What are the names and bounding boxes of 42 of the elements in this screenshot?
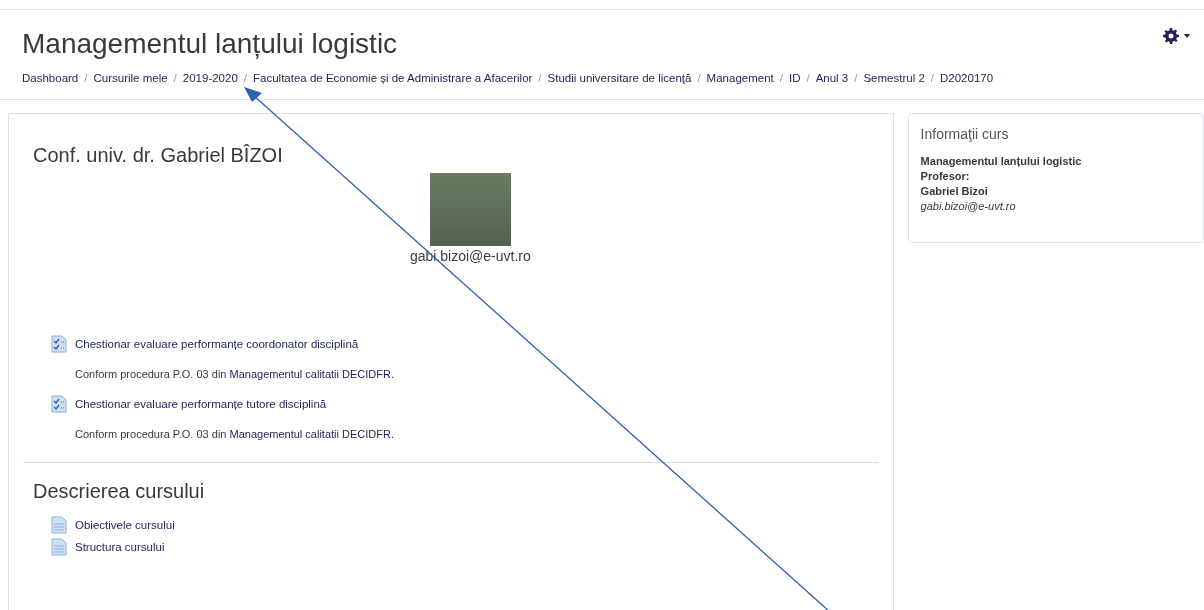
card-title: Informaţii curs xyxy=(920,126,1010,142)
policy-link[interactable]: Managementul calitatii DECIDFR xyxy=(229,368,391,380)
breadcrumb-link[interactable]: Semestrul 2 xyxy=(863,72,925,84)
activity-description: Conform procedura P.O. 03 din Managementul calitatii DECIDFR. xyxy=(75,368,395,380)
course-name: Managementul lanțului logistic xyxy=(920,154,1083,169)
breadcrumb-link[interactable]: ID xyxy=(788,72,801,84)
activity-description: Conform procedura P.O. 03 din Managementul calitatii DECIDFR. xyxy=(75,428,395,440)
activity-link[interactable]: Chestionar evaluare performanțe coordonator disciplină xyxy=(75,338,359,350)
breadcrumb-separator: / xyxy=(697,72,701,84)
resource-link[interactable]: Structura cursului xyxy=(75,541,165,553)
breadcrumb-link[interactable]: 2019-2020 xyxy=(182,72,238,84)
breadcrumb-separator: / xyxy=(173,72,177,84)
page-title: Managementul lanțului logistic xyxy=(22,28,398,60)
document-icon xyxy=(51,516,67,534)
breadcrumb-link[interactable]: Cursurile mele xyxy=(93,72,168,84)
breadcrumb-separator: / xyxy=(854,72,858,84)
breadcrumb-separator: / xyxy=(84,72,88,84)
teacher-label: Profesor: xyxy=(920,169,971,184)
breadcrumb-link[interactable]: Anul 3 xyxy=(815,72,849,84)
breadcrumb-link[interactable]: D2020170 xyxy=(940,72,994,84)
caret-icon xyxy=(1184,34,1190,38)
settings-menu[interactable] xyxy=(1163,28,1190,44)
document-icon xyxy=(51,538,67,556)
settings-icon xyxy=(1163,28,1179,44)
activity-link[interactable]: Chestionar evaluare performanțe tutore disciplină xyxy=(75,398,327,410)
section-heading: Descrierea cursului xyxy=(33,480,206,503)
teacher-email: gabi.bizoi@e-uvt.ro xyxy=(920,199,1017,214)
resource-link[interactable]: Obiectivele cursului xyxy=(75,519,175,531)
teacher-name: Gabriel Bîzoi xyxy=(920,184,989,199)
breadcrumb-separator: / xyxy=(243,72,247,84)
policy-link[interactable]: Managementul calitatii DECIDFR xyxy=(229,428,391,440)
breadcrumb-link[interactable]: Dashboard xyxy=(22,72,79,84)
breadcrumb-separator: / xyxy=(806,72,810,84)
breadcrumb-link[interactable]: Management xyxy=(706,72,774,84)
breadcrumb-separator: / xyxy=(779,72,783,84)
checklist-icon xyxy=(51,395,67,413)
breadcrumb-separator: / xyxy=(538,72,542,84)
checklist-icon xyxy=(51,335,67,353)
breadcrumb-separator: / xyxy=(930,72,934,84)
teacher-heading: Conf. univ. dr. Gabriel BÎZOI xyxy=(33,144,284,167)
breadcrumb-link[interactable]: Studii universitare de licenţă xyxy=(547,72,692,84)
breadcrumb-link[interactable]: Facultatea de Economie și de Administrare a Afacerilor xyxy=(253,72,533,84)
